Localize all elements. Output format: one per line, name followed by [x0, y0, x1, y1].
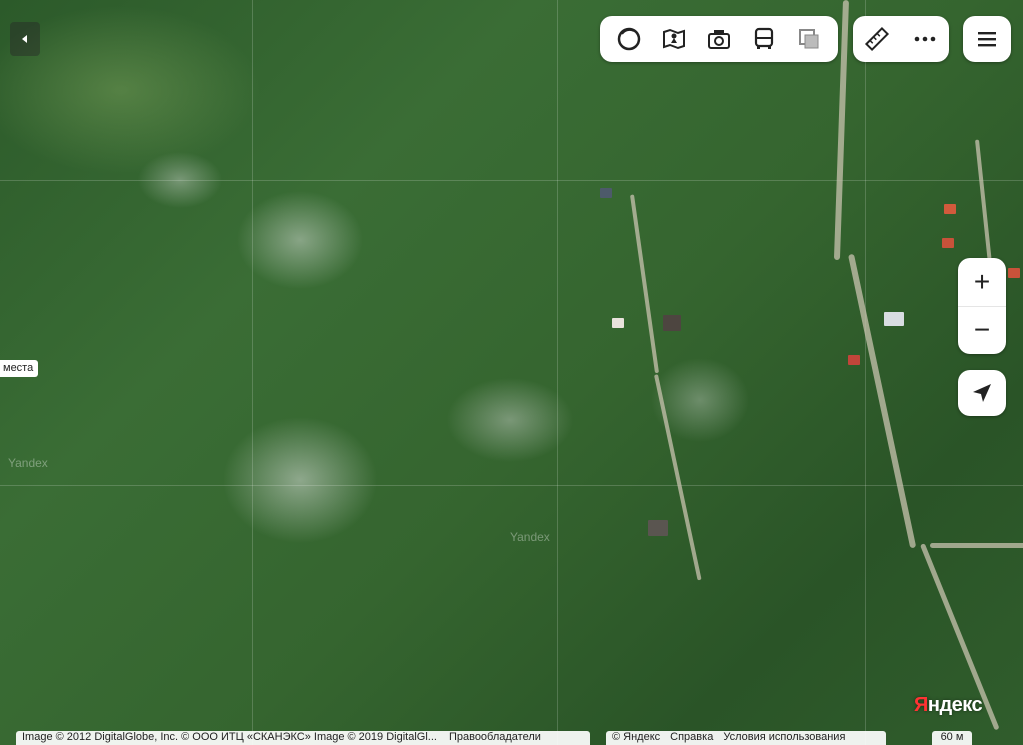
more-button[interactable] — [909, 23, 941, 55]
copy-icon — [799, 29, 819, 49]
building — [600, 188, 612, 198]
panorama-icon — [662, 28, 685, 50]
building — [944, 204, 956, 214]
photo-icon — [707, 30, 730, 49]
grid-line — [252, 0, 253, 745]
road — [848, 253, 917, 549]
ruler-button[interactable] — [861, 23, 893, 55]
road — [975, 139, 992, 260]
satellite-map[interactable] — [0, 0, 1023, 745]
help-link[interactable]: Справка — [670, 731, 713, 743]
copy-layer-button[interactable] — [793, 23, 825, 55]
chevron-left-icon — [22, 35, 27, 43]
transit-icon — [755, 27, 774, 49]
location-arrow-icon — [973, 384, 991, 402]
panorama-button[interactable] — [658, 23, 690, 55]
map-watermark: Yandex — [510, 530, 550, 544]
layers-button[interactable] — [613, 23, 645, 55]
more-icon — [914, 36, 936, 42]
road — [654, 374, 702, 581]
imagery-attribution: Image © 2012 DigitalGlobe, Inc. © ООО ИТ… — [22, 731, 437, 743]
yandex-logo[interactable]: Яндекс — [914, 694, 983, 717]
building — [663, 315, 681, 331]
layers-icon — [617, 27, 640, 51]
footer-links: © Яндекс Справка Условия использования — [606, 731, 886, 745]
collapse-panel-button[interactable] — [10, 22, 40, 56]
building — [942, 238, 954, 248]
geolocation-button[interactable] — [958, 370, 1006, 416]
building — [612, 318, 624, 328]
building — [884, 312, 904, 326]
map-watermark: Yandex — [8, 456, 48, 470]
grid-line — [0, 180, 1023, 181]
map-toolbar-secondary — [853, 16, 949, 62]
menu-icon — [978, 32, 996, 47]
photo-button[interactable] — [703, 23, 735, 55]
zoom-in-button[interactable]: + — [958, 258, 1006, 307]
menu-button[interactable] — [963, 16, 1011, 62]
grid-line — [0, 485, 1023, 486]
building — [1008, 268, 1020, 278]
copyright-text: © Яндекс — [612, 731, 661, 743]
building — [848, 355, 860, 365]
attribution-bar: Image © 2012 DigitalGlobe, Inc. © ООО ИТ… — [16, 731, 590, 745]
zoom-control: + − — [958, 258, 1006, 354]
zoom-out-button[interactable]: − — [958, 307, 1006, 355]
ruler-icon — [864, 26, 890, 52]
building — [648, 520, 668, 536]
road — [630, 194, 660, 374]
transit-button[interactable] — [748, 23, 780, 55]
rights-holders-link[interactable]: Правообладатели — [449, 731, 541, 743]
grid-line — [865, 0, 866, 745]
places-tab[interactable]: места — [0, 360, 39, 377]
grid-line — [557, 0, 558, 745]
terms-link[interactable]: Условия использования — [723, 731, 845, 743]
map-toolbar — [600, 16, 838, 62]
road — [930, 543, 1023, 548]
scale-bar: 60 м — [932, 731, 972, 745]
